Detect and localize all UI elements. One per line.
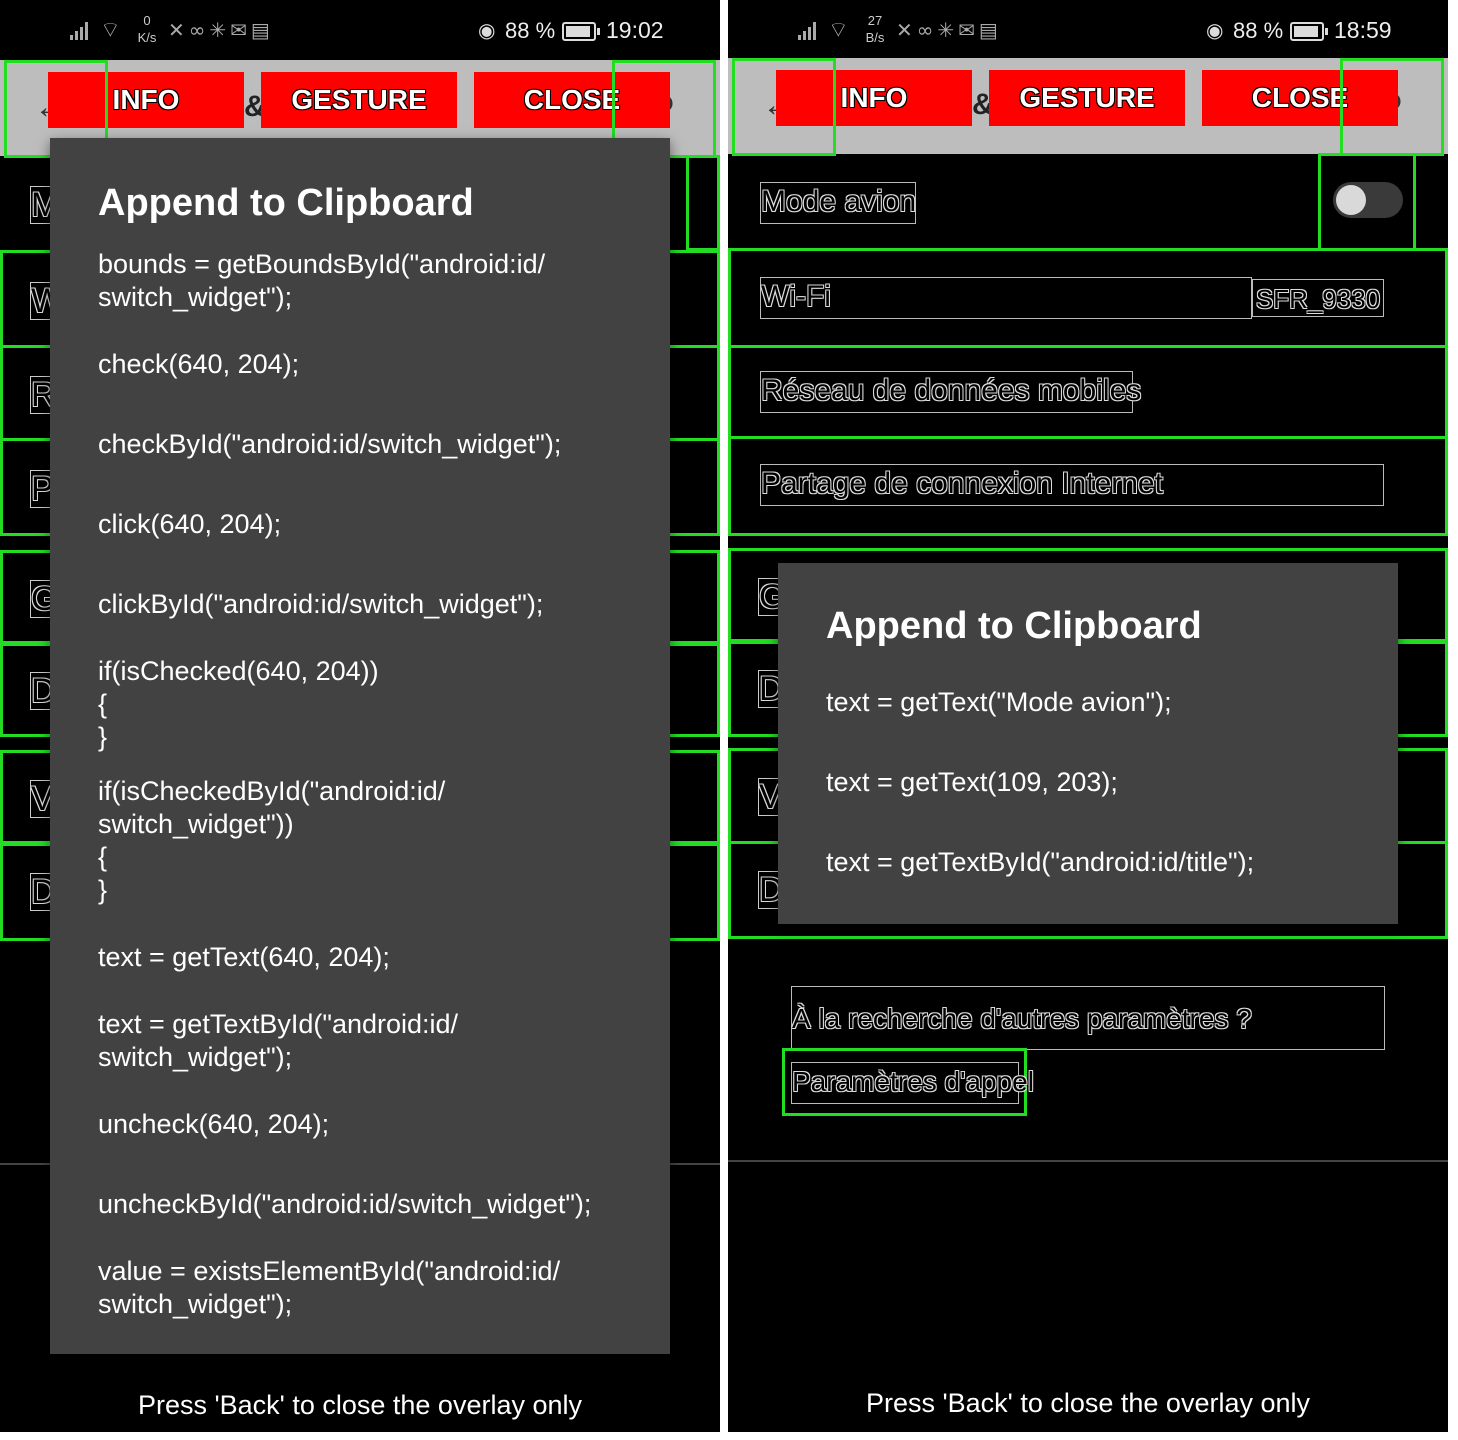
row-label[interactable]: G bbox=[30, 580, 52, 618]
eye-comfort-icon: ◉ bbox=[478, 18, 496, 42]
signal-icon bbox=[70, 20, 92, 40]
left-screenshot: ⌔ 0K/s ✕∞✳✉▤ ◉ 88 % 19:02 ← & ⚲ INFO GES… bbox=[0, 0, 720, 1432]
clipboard-option[interactable]: clickById("android:id/switch_widget"); bbox=[98, 588, 543, 621]
clipboard-option[interactable]: checkById("android:id/switch_widget"); bbox=[98, 428, 561, 461]
dialog-title: Append to Clipboard bbox=[98, 182, 474, 224]
clock: 18:59 bbox=[1334, 17, 1392, 43]
row-label[interactable]: V bbox=[758, 778, 780, 816]
airplane-mode-toggle[interactable] bbox=[1333, 182, 1403, 218]
row-label[interactable]: R bbox=[30, 376, 52, 414]
clipboard-option[interactable]: click(640, 204); bbox=[98, 508, 281, 541]
clipboard-option[interactable]: if(isChecked(640, 204)) { } bbox=[98, 655, 379, 754]
overlay-hint: Press 'Back' to close the overlay only bbox=[137, 1390, 582, 1420]
clipboard-option[interactable]: bounds = getBoundsById("android:id/ swit… bbox=[98, 248, 545, 314]
highlight-box bbox=[732, 58, 836, 156]
call-settings-link[interactable]: Paramètres d'appel bbox=[791, 1062, 1034, 1104]
dialog-title: Append to Clipboard bbox=[826, 605, 1202, 647]
clipboard-option[interactable]: value = existsElementById("android:id/ s… bbox=[98, 1255, 560, 1321]
row-label[interactable]: V bbox=[30, 780, 52, 818]
right-screenshot: ⌔ 27B/s ✕∞✳✉▤ ◉ 88 % 18:59 ← & ⚲ INFO GE… bbox=[728, 0, 1448, 1432]
mobile-data-label[interactable]: Réseau de données mobiles bbox=[760, 371, 1141, 413]
highlight-box bbox=[1340, 58, 1444, 156]
notification-icons: ✕∞✳✉▤ bbox=[168, 18, 274, 42]
row-label[interactable]: P bbox=[30, 470, 52, 508]
battery-percent: 88 % bbox=[505, 18, 556, 43]
wifi-icon: ⌔ bbox=[828, 17, 849, 42]
row-label[interactable]: D bbox=[30, 672, 52, 710]
highlight-box bbox=[686, 155, 720, 251]
wifi-network-name[interactable]: SFR_9330 bbox=[1252, 279, 1384, 317]
append-clipboard-dialog: Append to Clipboard text = getText("Mode… bbox=[778, 563, 1398, 924]
eye-comfort-icon: ◉ bbox=[1206, 18, 1224, 42]
more-settings-label[interactable]: À la recherche d'autres paramètres ? bbox=[791, 986, 1385, 1050]
row-label[interactable]: G bbox=[758, 578, 780, 616]
divider bbox=[728, 1160, 1448, 1162]
wifi-label[interactable]: Wi-Fi bbox=[760, 277, 1252, 319]
row-label[interactable]: W bbox=[30, 282, 52, 320]
row-label[interactable]: D bbox=[30, 873, 52, 911]
status-bar: ⌔ 27 B/s ✕∞✳✉▤ ◉ 88 % 18:59 bbox=[728, 0, 1448, 60]
append-clipboard-dialog: Append to Clipboard bounds = getBoundsBy… bbox=[50, 138, 670, 1354]
clipboard-option[interactable]: text = getTextById("android:id/title"); bbox=[826, 846, 1254, 879]
clipboard-option[interactable]: text = getText(109, 203); bbox=[826, 766, 1118, 799]
status-bar: ⌔ 0 K/s ✕∞✳✉▤ ◉ 88 % 19:02 bbox=[0, 0, 720, 60]
signal-icon bbox=[798, 20, 820, 40]
network-speed: 27 B/s bbox=[865, 13, 885, 45]
clipboard-option[interactable]: uncheck(640, 204); bbox=[98, 1108, 329, 1141]
row-label[interactable]: D bbox=[758, 871, 780, 909]
row-label[interactable]: M bbox=[30, 186, 52, 224]
clipboard-option[interactable]: if(isCheckedById("android:id/ switch_wid… bbox=[98, 775, 445, 907]
network-speed: 0 K/s bbox=[137, 13, 157, 45]
airplane-mode-label[interactable]: Mode avion bbox=[760, 182, 916, 224]
hotspot-label[interactable]: Partage de connexion Internet bbox=[760, 464, 1384, 506]
clipboard-option[interactable]: text = getText("Mode avion"); bbox=[826, 686, 1172, 719]
battery-percent: 88 % bbox=[1233, 18, 1284, 43]
clipboard-option[interactable]: check(640, 204); bbox=[98, 348, 299, 381]
battery-icon bbox=[1290, 22, 1328, 41]
clipboard-option[interactable]: uncheckById("android:id/switch_widget"); bbox=[98, 1188, 591, 1221]
clipboard-option[interactable]: text = getTextById("android:id/ switch_w… bbox=[98, 1008, 458, 1074]
clock: 19:02 bbox=[606, 17, 664, 43]
gesture-button[interactable]: GESTURE bbox=[989, 70, 1185, 126]
battery-icon bbox=[562, 22, 600, 41]
wifi-icon: ⌔ bbox=[100, 17, 121, 42]
overlay-hint: Press 'Back' to close the overlay only bbox=[865, 1388, 1310, 1418]
clipboard-option[interactable]: text = getText(640, 204); bbox=[98, 941, 390, 974]
row-label[interactable]: D bbox=[758, 670, 780, 708]
notification-icons: ✕∞✳✉▤ bbox=[896, 18, 1002, 42]
gesture-button[interactable]: GESTURE bbox=[261, 72, 457, 128]
